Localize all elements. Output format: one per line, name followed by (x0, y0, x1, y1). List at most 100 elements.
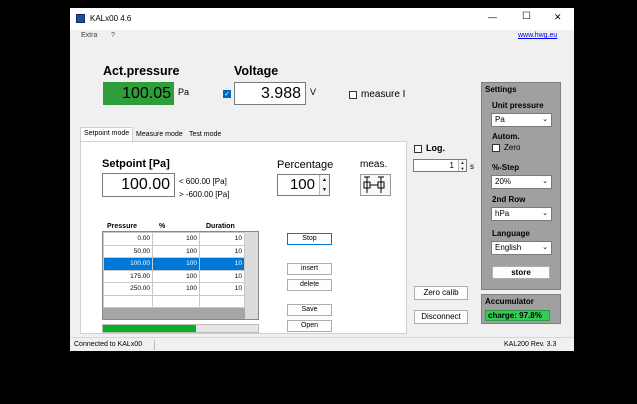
maximize-button[interactable]: ☐ (522, 11, 531, 22)
chevron-down-icon: ⌄ (542, 244, 548, 251)
autom-zero-checkbox[interactable] (492, 144, 500, 152)
window-title: KALx00 4.6 (90, 14, 132, 23)
table-cell[interactable]: 10 (199, 269, 245, 283)
setpoint-max: < 600.00 [Pa] (179, 177, 227, 186)
percentage-value: 100 (289, 176, 315, 193)
table-cell[interactable]: 10 (199, 244, 245, 258)
step-label: %-Step (492, 163, 520, 172)
unit-pressure-select[interactable]: Pa ⌄ (491, 113, 552, 127)
table-row[interactable]: 250.00 100 10 (103, 282, 245, 296)
table-row[interactable]: 0.00 100 10 (103, 232, 245, 246)
website-link[interactable]: www.hwg.eu (518, 32, 557, 39)
setpoint-value: 100.00 (121, 176, 170, 193)
table-cell[interactable]: 50.00 (103, 244, 153, 258)
percentage-input[interactable]: 100 ▲ ▼ (277, 174, 330, 196)
language-select[interactable]: English ⌄ (491, 241, 552, 255)
stop-button[interactable]: Stop (287, 233, 332, 245)
accumulator-label: Accumulator (485, 297, 534, 306)
table-cell[interactable] (152, 294, 200, 308)
minimize-button[interactable]: — (488, 12, 497, 22)
status-bar: Connected to KALx00 KAL200 Rev. 3.3 (70, 337, 574, 351)
chevron-down-icon: ⌄ (542, 210, 548, 217)
table-cell[interactable]: 100 (152, 269, 200, 283)
table-cell[interactable]: 0.00 (103, 232, 153, 246)
program-grid: 0.00 100 10 50.00 100 10 100.00 100 10 175.00 100 1… (103, 232, 245, 308)
table-cell[interactable]: 100 (152, 244, 200, 258)
tab-setpoint-mode[interactable]: Setpoint mode (80, 127, 134, 142)
setpoint-input[interactable]: 100.00 (102, 173, 175, 197)
log-checkbox[interactable] (414, 145, 422, 153)
col-header-duration: Duration (206, 223, 235, 230)
table-cell[interactable]: 175.00 (103, 269, 153, 283)
autom-label: Autom. (492, 132, 520, 141)
table-cell[interactable]: 10 (199, 232, 245, 246)
col-header-pressure: Pressure (107, 223, 137, 230)
table-cell[interactable]: 10 (199, 282, 245, 296)
program-table[interactable]: 0.00 100 10 50.00 100 10 100.00 100 10 175.00 100 1… (102, 231, 259, 320)
table-cell[interactable] (199, 294, 245, 308)
percentage-spinner[interactable]: ▲ ▼ (319, 175, 329, 195)
app-icon (76, 14, 85, 23)
insert-button[interactable]: insert (287, 263, 332, 275)
accumulator-panel: Accumulator charge: 97.8% (481, 294, 561, 324)
chevron-down-icon: ⌄ (542, 178, 548, 185)
table-cell[interactable]: 100 (152, 282, 200, 296)
settings-panel: Settings Unit pressure Pa ⌄ Autom. Zero %… (481, 82, 561, 290)
language-label: Language (492, 229, 530, 238)
voltage-value: 3.988 (260, 85, 301, 102)
step-select[interactable]: 20% ⌄ (491, 175, 552, 189)
measure-i-checkbox[interactable] (349, 91, 357, 99)
table-cell[interactable]: 100 (152, 257, 200, 271)
log-unit: s (470, 162, 474, 171)
app-window: KALx00 4.6 — ☐ ✕ Extra ? www.hwg.eu Act.… (70, 8, 574, 351)
table-row-empty[interactable] (103, 294, 245, 308)
status-connection: Connected to KALx00 (74, 341, 143, 348)
store-button[interactable]: store (492, 266, 550, 279)
log-interval-input[interactable]: 1 ▲ ▼ (413, 159, 467, 172)
save-button[interactable]: Save (287, 304, 332, 316)
setpoint-min: > -600.00 [Pa] (179, 190, 230, 199)
act-pressure-label: Act.pressure (103, 64, 180, 78)
voltage-display: 3.988 (234, 82, 306, 105)
delete-button[interactable]: delete (287, 279, 332, 291)
status-separator (154, 340, 155, 350)
table-cell[interactable]: 10 (199, 257, 245, 271)
table-cell[interactable]: 250.00 (103, 282, 153, 296)
table-cell[interactable] (103, 294, 153, 308)
setpoint-label: Setpoint [Pa] (102, 158, 170, 170)
close-button[interactable]: ✕ (554, 12, 562, 23)
chevron-down-icon: ⌄ (542, 116, 548, 123)
zero-calib-button[interactable]: Zero calib (414, 286, 468, 300)
table-row[interactable]: 50.00 100 10 (103, 244, 245, 258)
percentage-label: Percentage (277, 159, 334, 171)
table-cell[interactable]: 100 (152, 232, 200, 246)
voltage-unit: V (310, 87, 317, 97)
voltage-label: Voltage (234, 64, 279, 78)
voltage-checkbox[interactable]: ✓ (223, 90, 231, 98)
settings-title: Settings (485, 85, 517, 94)
unit-pressure-label: Unit pressure (492, 101, 544, 110)
progress-fill (103, 325, 196, 332)
menu-help[interactable]: ? (111, 32, 115, 39)
autom-zero-label: Zero (504, 143, 521, 152)
table-scrollbar[interactable] (245, 232, 258, 319)
table-cell[interactable]: 100.00 (103, 257, 153, 271)
open-button[interactable]: Open (287, 320, 332, 332)
col-header-percent: % (159, 223, 166, 230)
progress-bar (102, 324, 259, 333)
title-bar: KALx00 4.6 — ☐ ✕ (70, 8, 574, 30)
valve-icon[interactable] (360, 174, 391, 196)
menu-bar: Extra ? www.hwg.eu (70, 30, 574, 44)
act-pressure-unit: Pa (178, 87, 190, 97)
table-row[interactable]: 100.00 100 10 (103, 257, 245, 271)
meas-label: meas. (360, 159, 388, 170)
act-pressure-value: 100.05 (122, 85, 171, 102)
measure-i-label: measure I (361, 89, 406, 100)
disconnect-button[interactable]: Disconnect (414, 310, 468, 324)
log-spinner[interactable]: ▲ ▼ (458, 160, 466, 171)
second-row-select[interactable]: hPa ⌄ (491, 207, 552, 221)
act-pressure-display: 100.05 (103, 82, 174, 105)
menu-extra[interactable]: Extra (81, 32, 97, 39)
second-row-label: 2nd Row (492, 195, 526, 204)
table-row[interactable]: 175.00 100 10 (103, 269, 245, 283)
